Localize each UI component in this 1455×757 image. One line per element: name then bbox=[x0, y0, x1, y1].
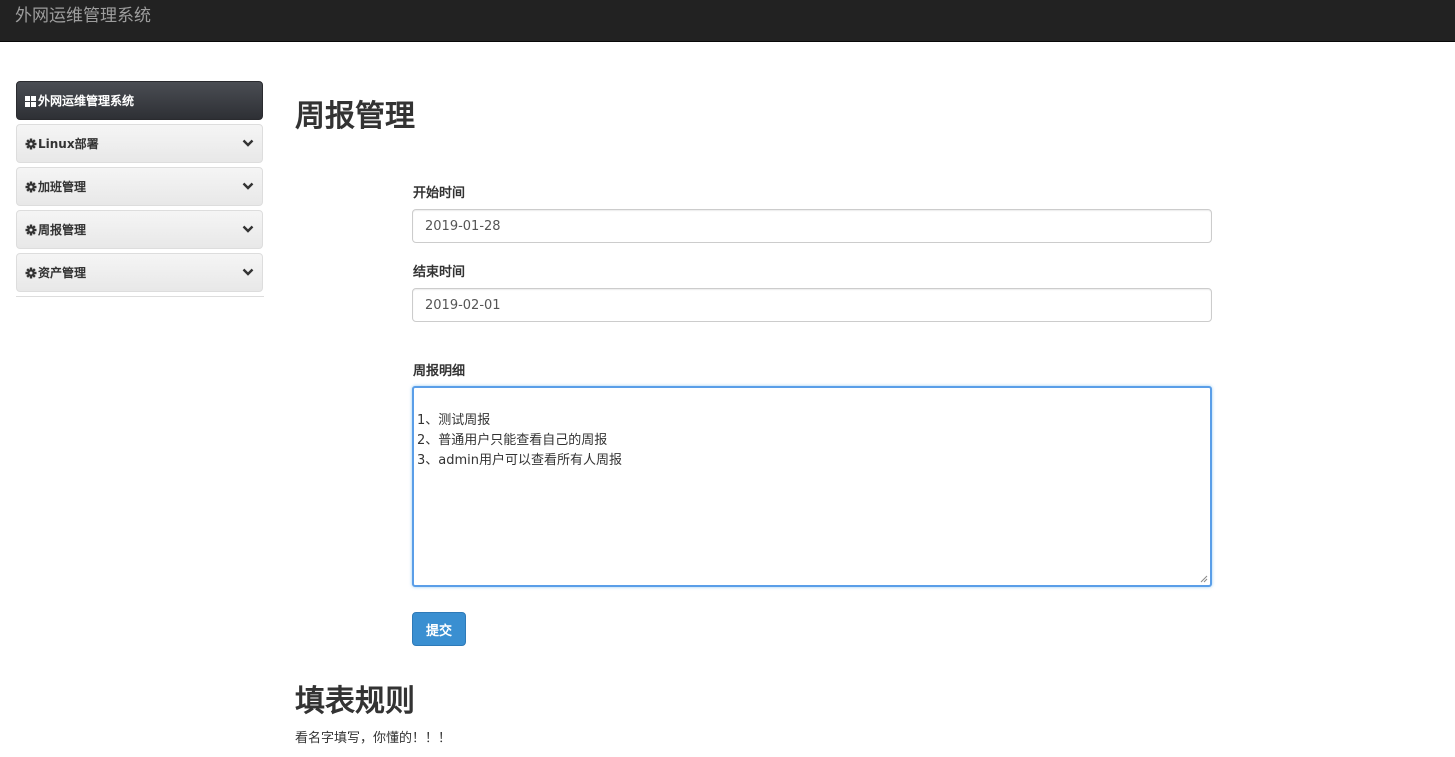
grid-icon bbox=[25, 96, 36, 107]
sidebar-item-label: Linux部署 bbox=[38, 137, 99, 151]
start-time-label: 开始时间 bbox=[413, 186, 466, 201]
sidebar-divider bbox=[16, 296, 264, 297]
sidebar-item-assets[interactable]: 资产管理 bbox=[16, 253, 263, 292]
top-navbar: 外网运维管理系统 bbox=[0, 0, 1455, 42]
sidebar-item-linux-deploy[interactable]: Linux部署 bbox=[16, 124, 263, 163]
sidebar-item-label: 周报管理 bbox=[38, 223, 87, 237]
gear-icon bbox=[25, 181, 37, 193]
chevron-down-icon bbox=[242, 139, 254, 147]
chevron-down-icon bbox=[242, 268, 254, 276]
sidebar-item-label: 外网运维管理系统 bbox=[38, 94, 135, 108]
resize-handle-icon[interactable] bbox=[1200, 575, 1208, 583]
sidebar-item-label: 资产管理 bbox=[38, 266, 87, 280]
end-time-input[interactable] bbox=[412, 288, 1212, 322]
chevron-down-icon bbox=[242, 182, 254, 190]
chevron-down-icon bbox=[242, 225, 254, 233]
sidebar: 外网运维管理系统 Linux部署 加班管理 周报管理 资产管理 bbox=[16, 81, 264, 297]
report-detail-label: 周报明细 bbox=[413, 364, 466, 379]
report-detail-text: 1、测试周报 2、普通用户只能查看自己的周报 3、admin用户可以查看所有人周… bbox=[417, 413, 623, 468]
rules-title: 填表规则 bbox=[295, 684, 415, 719]
gear-icon bbox=[25, 267, 37, 279]
page-title: 周报管理 bbox=[295, 99, 415, 134]
gear-icon bbox=[25, 224, 37, 236]
submit-button[interactable]: 提交 bbox=[412, 612, 466, 646]
rules-text: 看名字填写，你懂的！！！ bbox=[295, 731, 452, 746]
start-time-input[interactable] bbox=[412, 209, 1212, 243]
navbar-brand[interactable]: 外网运维管理系统 bbox=[15, 5, 151, 27]
sidebar-item-label: 加班管理 bbox=[38, 180, 87, 194]
end-time-label: 结束时间 bbox=[413, 265, 466, 280]
sidebar-item-weekly-report[interactable]: 周报管理 bbox=[16, 210, 263, 249]
sidebar-item-home[interactable]: 外网运维管理系统 bbox=[16, 81, 263, 120]
sidebar-item-overtime[interactable]: 加班管理 bbox=[16, 167, 263, 206]
gear-icon bbox=[25, 138, 37, 150]
report-detail-textarea[interactable]: 1、测试周报 2、普通用户只能查看自己的周报 3、admin用户可以查看所有人周… bbox=[412, 386, 1212, 587]
